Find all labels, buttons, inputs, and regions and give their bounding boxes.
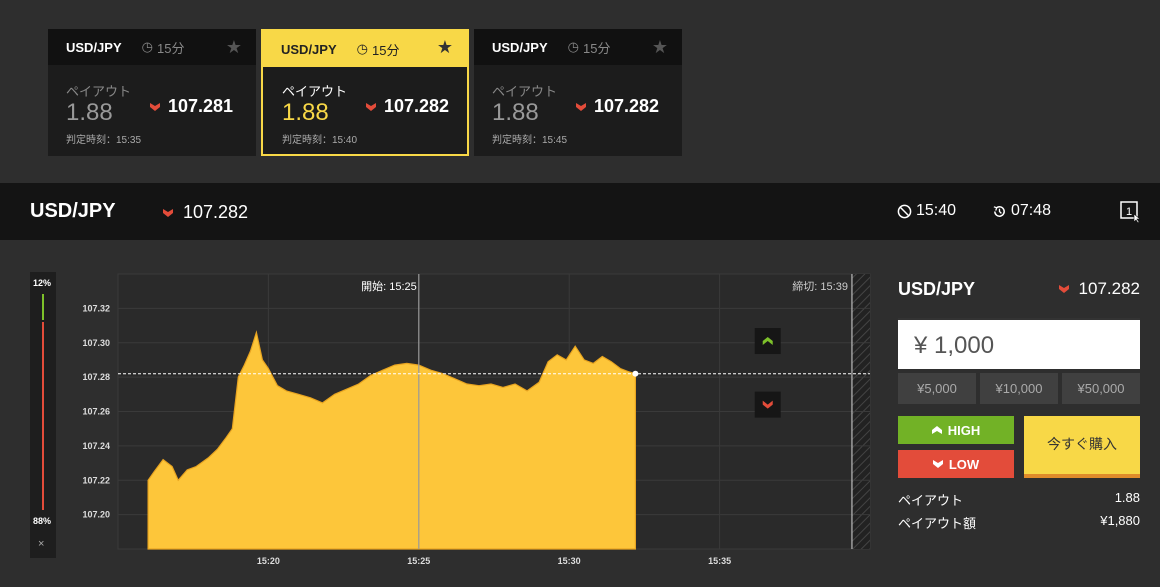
down-arrow-icon — [150, 102, 160, 111]
card-duration-label: 15分 — [582, 40, 611, 56]
card-judge-time: 判定時刻：15:40 — [282, 135, 358, 146]
y-tick-label: 107.30 — [82, 338, 110, 348]
panel-price: 107.282 — [1058, 279, 1140, 299]
card-payout-label: ペイアウト — [282, 84, 348, 99]
current-price-dot — [632, 370, 639, 377]
payout-label: ペイアウト — [898, 493, 964, 508]
card-pair: USD/JPY — [492, 39, 548, 55]
instrument-price-value: 107.282 — [183, 202, 249, 222]
up-arrow-icon — [931, 426, 942, 434]
buy-now-button[interactable]: 今すぐ購入 — [1024, 416, 1140, 478]
trade-card-3[interactable]: USD/JPY ◷ 15分 ★ ペイアウト 1.88 107.282 判定時刻：1… — [474, 29, 682, 156]
x-tick-label: 15:30 — [558, 556, 581, 566]
y-tick-label: 107.24 — [82, 441, 110, 451]
high-ratio-bar — [42, 294, 44, 320]
quick-amount-button[interactable]: ¥50,000 — [1062, 373, 1140, 404]
instrument-header: USD/JPY 107.282 15:40 07:48 1 — [0, 183, 1160, 240]
sentiment-ratio: 12% 88% × — [30, 272, 56, 558]
star-icon[interactable]: ★ — [652, 37, 668, 58]
x-tick-label: 15:35 — [708, 556, 731, 566]
payout-amount-row: ペイアウト額 ¥1,880 — [898, 513, 1140, 532]
low-button[interactable]: LOW — [898, 450, 1014, 478]
start-label: 開始: 15:25 — [361, 279, 417, 293]
y-tick-label: 107.28 — [82, 372, 110, 382]
card-price: 107.281 — [150, 96, 233, 117]
high-ratio: 12% — [33, 278, 52, 288]
card-payout-label: ペイアウト — [492, 84, 558, 99]
instrument-price: 107.282 — [163, 202, 248, 223]
clock-icon: ◷ — [356, 41, 368, 56]
x-tick-label: 15:20 — [257, 556, 280, 566]
remaining-time-value: 07:48 — [1011, 202, 1052, 219]
card-header: USD/JPY ◷ 15分 — [48, 29, 256, 65]
card-payout: 1.88 — [66, 99, 113, 126]
card-payout: 1.88 — [492, 99, 539, 126]
down-arrow-icon — [932, 460, 943, 468]
clock-icon: ◷ — [567, 39, 579, 54]
clock-icon: ◷ — [141, 39, 153, 54]
quick-amount-button[interactable]: ¥5,000 — [898, 373, 976, 404]
quick-amount-button[interactable]: ¥10,000 — [980, 373, 1058, 404]
trade-cards: USD/JPY ◷ 15分 ★ ペイアウト 1.88 107.281 判定時刻：1… — [48, 29, 687, 156]
low-label: LOW — [948, 456, 980, 472]
payout-amount-value: ¥1,880 — [1100, 513, 1140, 528]
card-payout: 1.88 — [282, 99, 329, 126]
payout-row: ペイアウト 1.88 — [898, 490, 1140, 509]
card-price-value: 107.282 — [384, 96, 450, 116]
remaining-time: 07:48 — [992, 202, 1051, 220]
down-arrow-icon — [576, 102, 586, 111]
y-tick-label: 107.20 — [82, 510, 110, 520]
history-icon — [993, 205, 1005, 217]
close-time: 15:40 — [897, 202, 956, 220]
end-label: 締切: 15:39 — [792, 279, 848, 293]
panel-pair: USD/JPY — [898, 279, 976, 299]
y-tick-label: 107.32 — [82, 303, 110, 313]
star-icon[interactable]: ★ — [437, 37, 453, 58]
panel-price-value: 107.282 — [1078, 279, 1140, 298]
low-ratio: 88% — [33, 516, 52, 526]
instrument-pair: USD/JPY — [30, 200, 116, 222]
card-duration-label: 15分 — [371, 42, 400, 58]
card-price: 107.282 — [576, 96, 659, 117]
y-tick-label: 107.22 — [82, 475, 110, 485]
amount-input[interactable]: ¥ 1,000 — [898, 318, 1140, 369]
card-price: 107.282 — [366, 96, 449, 117]
card-price-value: 107.281 — [168, 96, 234, 116]
card-duration-label: 15分 — [156, 40, 185, 56]
payout-value: 1.88 — [1114, 490, 1140, 505]
expand-icon[interactable]: 1 — [1120, 201, 1142, 228]
down-arrow-icon — [366, 102, 376, 111]
card-judge-time: 判定時刻：15:35 — [66, 135, 142, 146]
close-icon[interactable]: × — [38, 538, 44, 550]
svg-text:1: 1 — [1126, 206, 1132, 218]
high-label: HIGH — [947, 422, 981, 438]
trade-card-2[interactable]: USD/JPY ◷ 15分 ★ ペイアウト 1.88 107.282 判定時刻：1… — [261, 29, 469, 156]
quick-amounts: ¥5,000 ¥10,000 ¥50,000 — [898, 373, 1140, 404]
payout-amount-label: ペイアウト額 — [898, 516, 977, 531]
card-duration: ◷ 15分 — [142, 38, 185, 57]
card-pair: USD/JPY — [281, 41, 337, 57]
x-tick-label: 15:25 — [407, 556, 430, 566]
trade-card-1[interactable]: USD/JPY ◷ 15分 ★ ペイアウト 1.88 107.281 判定時刻：1… — [48, 29, 256, 156]
card-duration: ◷ 15分 — [568, 38, 611, 57]
y-tick-label: 107.26 — [82, 407, 110, 417]
down-arrow-icon — [1058, 285, 1069, 293]
high-button[interactable]: HIGH — [898, 416, 1014, 444]
low-ratio-bar — [42, 322, 44, 510]
price-chart[interactable]: 107.32 107.30 107.28 107.26 107.24 107.22 107.… — [66, 266, 872, 566]
card-duration: ◷ 15分 — [357, 40, 400, 59]
card-payout-label: ペイアウト — [66, 84, 132, 99]
close-time-value: 15:40 — [916, 202, 957, 219]
card-header: USD/JPY ◷ 15分 — [474, 29, 682, 65]
no-entry-icon — [897, 204, 912, 218]
card-pair: USD/JPY — [66, 39, 122, 55]
down-arrow-icon — [163, 208, 173, 217]
star-icon[interactable]: ★ — [226, 37, 242, 58]
card-price-value: 107.282 — [594, 96, 660, 116]
card-judge-time: 判定時刻：15:45 — [492, 135, 568, 146]
